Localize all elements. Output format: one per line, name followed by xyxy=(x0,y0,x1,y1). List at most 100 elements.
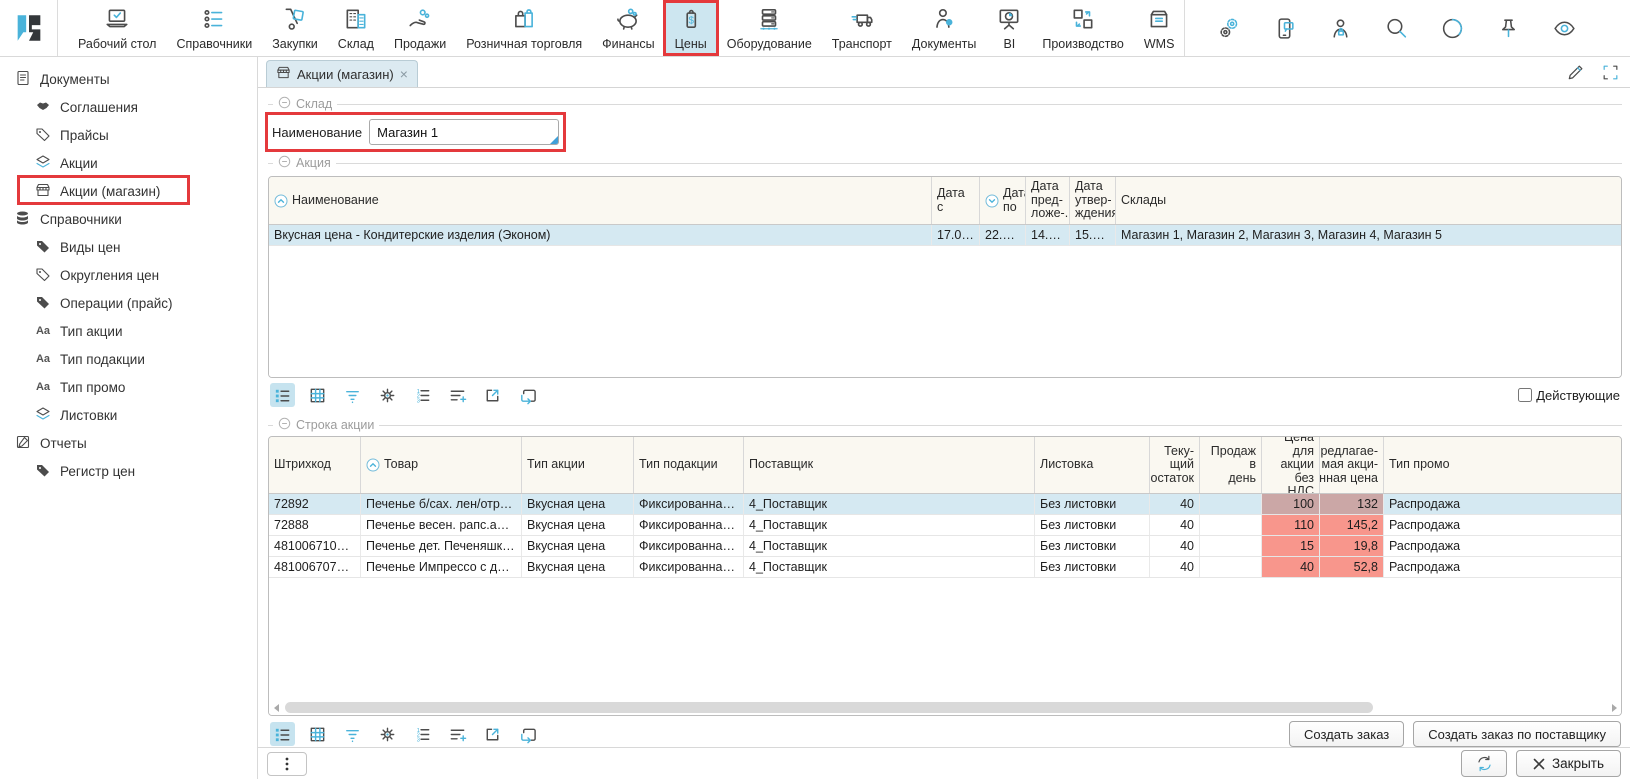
table-row[interactable]: 72892 Печенье б/сах. лен/отруб. вес Сп..… xyxy=(269,494,1621,515)
export-button[interactable] xyxy=(480,722,505,746)
search-icon[interactable] xyxy=(1383,15,1409,41)
menu-item-documents[interactable]: Документы xyxy=(902,2,986,54)
reload-button[interactable] xyxy=(515,722,540,746)
clock-icon[interactable] xyxy=(1439,15,1465,41)
sidebar-item-soglasheniya[interactable]: Соглашения xyxy=(0,93,257,121)
sidebar-item-tip-promo[interactable]: Aa Тип промо xyxy=(0,373,257,401)
menu-item-prices-selected[interactable]: $ Цены xyxy=(665,2,717,54)
menu-item-wms[interactable]: WMS xyxy=(1134,2,1185,54)
menu-item-purchases[interactable]: Закупки xyxy=(262,2,328,54)
column-header-postavshchik[interactable]: Поставщик xyxy=(744,437,1035,493)
collapse-icon[interactable] xyxy=(278,96,291,112)
sidebar-item-vidy-cen[interactable]: Виды цен xyxy=(0,233,257,261)
eye-icon[interactable] xyxy=(1551,15,1577,41)
sidebar-item-label: Виды цен xyxy=(60,240,120,255)
menu-item-bi[interactable]: BI xyxy=(986,2,1032,54)
sidebar-item-operacii-prais[interactable]: Операции (прайс) xyxy=(0,289,257,317)
active-checkbox[interactable] xyxy=(1518,388,1532,402)
column-header-data-s[interactable]: Дата с xyxy=(932,177,980,224)
refresh-button[interactable] xyxy=(1461,750,1507,777)
sidebar-item-tip-podakcii[interactable]: Aa Тип подакции xyxy=(0,345,257,373)
sidebar-item-registr-cen[interactable]: Регистр цен xyxy=(0,457,257,485)
column-header-tip-promo[interactable]: Тип промо xyxy=(1384,437,1621,493)
column-header-listovka[interactable]: Листовка xyxy=(1035,437,1150,493)
menu-item-retail[interactable]: Розничная торговля xyxy=(456,2,592,54)
numbered-list-button[interactable]: 123 xyxy=(410,383,435,407)
menu-item-directories[interactable]: Справочники xyxy=(166,2,262,54)
filter-button[interactable] xyxy=(340,383,365,407)
sidebar-item-dokumenty[interactable]: Документы xyxy=(0,65,257,93)
app-logo[interactable] xyxy=(0,0,57,56)
database-icon xyxy=(15,210,31,229)
tab-akcii-magazin[interactable]: Акции (магазин) × xyxy=(266,60,418,87)
table-row[interactable]: 72888 Печенье весен. рапс.арах. вес Сп..… xyxy=(269,515,1621,536)
scroll-right-arrow[interactable] xyxy=(1608,701,1620,714)
list-view-button[interactable] xyxy=(270,383,295,407)
table-settings-gear-button[interactable] xyxy=(375,722,400,746)
column-header-tekushchiy-ostatok[interactable]: Теку- щий остаток xyxy=(1150,437,1200,493)
top-toolbar: Рабочий стол Справочники Закупки Склад П… xyxy=(0,0,1630,57)
column-header-naimenovanie[interactable]: Наименование xyxy=(269,177,932,224)
column-header-shtrihkod[interactable]: Штрихкод xyxy=(269,437,361,493)
column-header-tovar[interactable]: Товар xyxy=(361,437,522,493)
list-view-button[interactable] xyxy=(270,722,295,746)
column-header-predlagaemaya-cena[interactable]: Предлагае- мая акци- онная цена xyxy=(1320,437,1384,493)
sidebar-item-okrugleniya-cen[interactable]: Округления цен xyxy=(0,261,257,289)
edit-pencil-icon[interactable] xyxy=(1566,62,1586,82)
grid-view-button[interactable] xyxy=(305,383,330,407)
close-button[interactable]: Закрыть xyxy=(1516,750,1621,777)
numbered-list-button[interactable]: 123 xyxy=(410,722,435,746)
sidebar-item-listovki[interactable]: Листовки xyxy=(0,401,257,429)
tab-close-icon[interactable]: × xyxy=(400,66,408,82)
filter-button[interactable] xyxy=(340,722,365,746)
collapse-icon[interactable] xyxy=(278,155,291,171)
menu-item-warehouse[interactable]: Склад xyxy=(328,2,384,54)
column-header-prodazh-v-den[interactable]: Продаж в день xyxy=(1200,437,1262,493)
add-rows-button[interactable] xyxy=(445,383,470,407)
collapse-icon[interactable] xyxy=(278,417,291,433)
settings-gear-icon[interactable] xyxy=(1215,15,1241,41)
menu-item-production[interactable]: Производство xyxy=(1032,2,1134,54)
reload-button[interactable] xyxy=(515,383,540,407)
column-header-data-utverzhdenia[interactable]: Дата утвер- ждения xyxy=(1070,177,1116,224)
menu-item-label: Цены xyxy=(675,37,707,51)
grid-view-button[interactable] xyxy=(305,722,330,746)
user-lock-icon[interactable] xyxy=(1327,15,1353,41)
cell-leaflet: Без листовки xyxy=(1035,536,1150,556)
create-order-by-supplier-button[interactable]: Создать заказ по поставщику xyxy=(1413,721,1621,747)
warehouse-name-input[interactable]: Магазин 1 xyxy=(369,119,559,145)
sidebar-item-spravochniki[interactable]: Справочники xyxy=(0,205,257,233)
menu-item-equipment[interactable]: Оборудование xyxy=(717,2,822,54)
scrollbar-thumb[interactable] xyxy=(285,702,1373,713)
column-header-data-po[interactable]: Дата по xyxy=(980,177,1026,224)
sidebar-item-akcii[interactable]: Акции xyxy=(0,149,257,177)
phone-message-icon[interactable] xyxy=(1271,15,1297,41)
vertical-ellipsis-icon xyxy=(280,756,294,772)
menu-item-desktop[interactable]: Рабочий стол xyxy=(68,2,166,54)
pin-icon[interactable] xyxy=(1495,15,1521,41)
sidebar-item-akcii-magazin[interactable]: Акции (магазин) xyxy=(0,177,257,205)
menu-item-finance[interactable]: Финансы xyxy=(592,2,664,54)
fullscreen-icon[interactable] xyxy=(1600,62,1620,82)
table-row[interactable]: Вкусная цена - Кондитерские изделия (Эко… xyxy=(269,225,1621,246)
column-header-tip-podakcii[interactable]: Тип подакции xyxy=(634,437,744,493)
sort-desc-icon xyxy=(985,194,999,208)
more-actions-button[interactable] xyxy=(267,752,307,776)
column-header-cena-bez-nds[interactable]: Цена для акции без НДС xyxy=(1262,437,1320,493)
table-row[interactable]: 4810067078210 Печенье Импрессо с др.арах… xyxy=(269,557,1621,578)
sidebar-item-otchety[interactable]: Отчеты xyxy=(0,429,257,457)
export-button[interactable] xyxy=(480,383,505,407)
scroll-left-arrow[interactable] xyxy=(270,701,282,714)
menu-item-transport[interactable]: Транспорт xyxy=(822,2,902,54)
menu-item-sales[interactable]: Продажи xyxy=(384,2,456,54)
sidebar-item-tip-akcii[interactable]: Aa Тип акции xyxy=(0,317,257,345)
column-header-sklady[interactable]: Склады xyxy=(1116,177,1621,224)
table-row[interactable]: 4810067103981 Печенье дет. Печеняшки с в… xyxy=(269,536,1621,557)
sidebar-item-praisy[interactable]: Прайсы xyxy=(0,121,257,149)
table-settings-gear-button[interactable] xyxy=(375,383,400,407)
storefront-icon xyxy=(276,65,291,83)
add-rows-button[interactable] xyxy=(445,722,470,746)
column-header-tip-akcii[interactable]: Тип акции xyxy=(522,437,634,493)
column-header-data-predlozhenia[interactable]: Дата пред- ложе-... xyxy=(1026,177,1070,224)
create-order-button[interactable]: Создать заказ xyxy=(1289,721,1404,747)
